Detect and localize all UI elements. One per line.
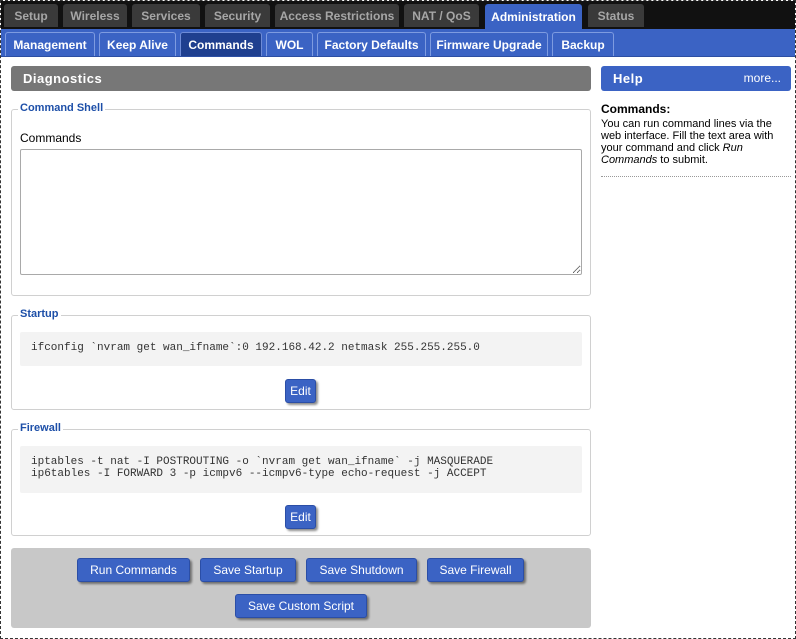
tab-access-restrictions[interactable]: Access Restrictions <box>275 4 399 27</box>
help-title: Help <box>613 71 644 86</box>
tab-services[interactable]: Services <box>132 4 200 27</box>
tab-wireless[interactable]: Wireless <box>63 4 127 27</box>
startup-fieldset: Startup ifconfig `nvram get wan_ifname`:… <box>11 308 591 410</box>
tab-administration[interactable]: Administration <box>485 4 582 29</box>
firewall-legend: Firewall <box>18 422 63 434</box>
command-shell-fieldset: Command Shell Commands <box>11 102 591 296</box>
firewall-script: iptables -t nat -I POSTROUTING -o `nvram… <box>20 446 582 493</box>
page-frame: Setup Wireless Services Security Access … <box>0 0 796 639</box>
help-more-link[interactable]: more... <box>744 71 781 85</box>
startup-script: ifconfig `nvram get wan_ifname`:0 192.16… <box>20 332 582 366</box>
sub-tab-bar: Management Keep Alive Commands WOL Facto… <box>1 29 795 57</box>
subtab-backup[interactable]: Backup <box>552 32 614 56</box>
tab-status[interactable]: Status <box>588 4 644 27</box>
tab-nat-qos[interactable]: NAT / QoS <box>404 4 479 27</box>
subtab-wol[interactable]: WOL <box>266 32 313 56</box>
subtab-keep-alive[interactable]: Keep Alive <box>99 32 176 56</box>
firewall-fieldset: Firewall iptables -t nat -I POSTROUTING … <box>11 422 591 536</box>
run-commands-button[interactable]: Run Commands <box>77 558 190 582</box>
save-shutdown-button[interactable]: Save Shutdown <box>306 558 417 582</box>
page-title: Diagnostics <box>11 66 591 91</box>
save-custom-script-button[interactable]: Save Custom Script <box>235 594 367 618</box>
commands-textarea[interactable] <box>20 149 582 275</box>
tab-security[interactable]: Security <box>205 4 270 27</box>
command-shell-legend: Command Shell <box>18 102 106 114</box>
save-firewall-button[interactable]: Save Firewall <box>427 558 524 582</box>
firewall-edit-button[interactable]: Edit <box>285 505 316 529</box>
help-text: You can run command lines via the web in… <box>601 118 774 166</box>
action-bar: Run Commands Save Startup Save Shutdown … <box>11 548 591 628</box>
main-tab-bar: Setup Wireless Services Security Access … <box>1 1 795 29</box>
save-startup-button[interactable]: Save Startup <box>200 558 296 582</box>
subtab-factory-defaults[interactable]: Factory Defaults <box>317 32 426 56</box>
tab-setup[interactable]: Setup <box>4 4 58 27</box>
subtab-management[interactable]: Management <box>5 32 95 56</box>
subtab-commands[interactable]: Commands <box>180 32 262 56</box>
startup-edit-button[interactable]: Edit <box>285 379 316 403</box>
subtab-firmware-upgrade[interactable]: Firmware Upgrade <box>430 32 548 56</box>
help-divider <box>601 176 791 177</box>
help-heading: Commands: <box>601 102 671 116</box>
help-title-bar: Help more... <box>601 66 791 91</box>
commands-label: Commands <box>20 131 82 145</box>
startup-legend: Startup <box>18 308 61 320</box>
